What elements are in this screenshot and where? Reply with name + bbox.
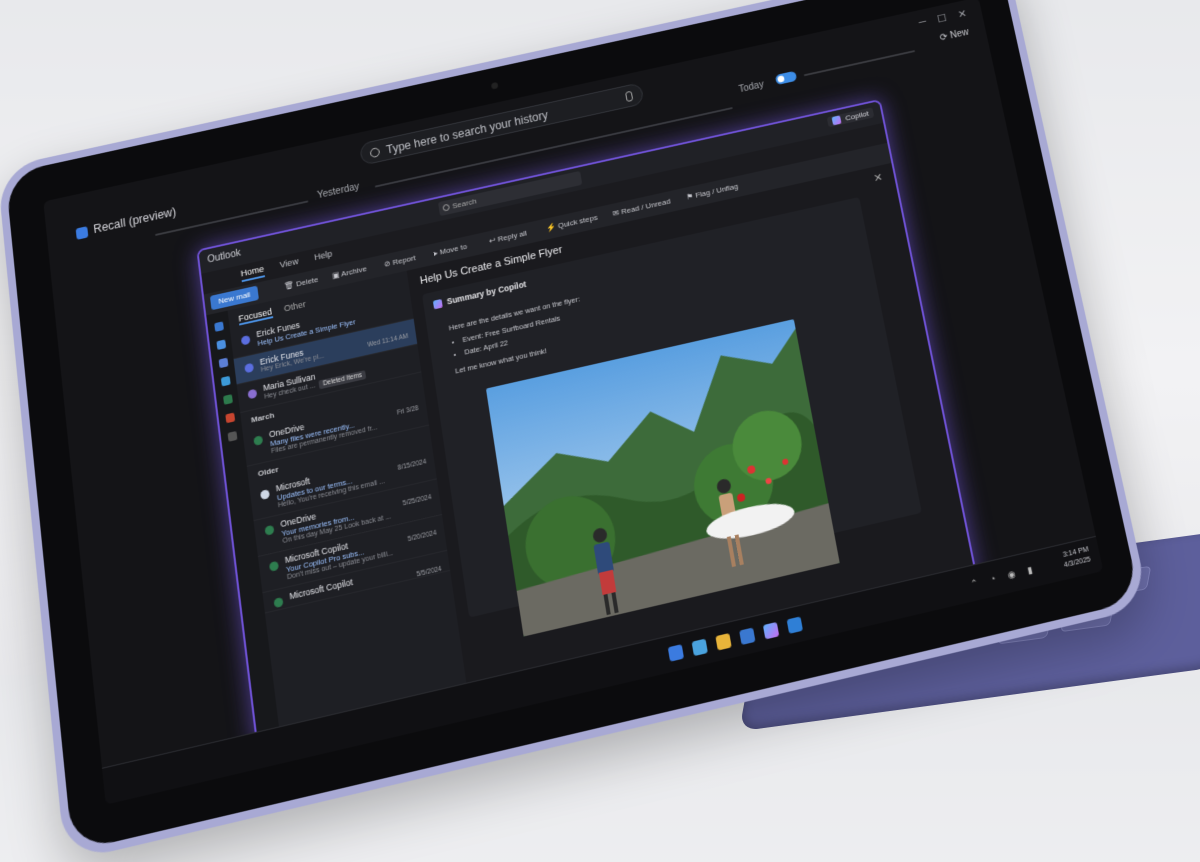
avatar: [244, 363, 254, 374]
copilot-summary-header[interactable]: Summary by Copilot: [433, 279, 527, 309]
recall-logo-icon: [76, 226, 89, 240]
microphone-icon[interactable]: [625, 91, 633, 102]
tab-home[interactable]: Home: [240, 264, 265, 282]
move-to-label: Move to: [439, 242, 467, 256]
onedrive-icon: [253, 435, 263, 446]
avatar: [269, 561, 279, 572]
report-label: Report: [392, 253, 416, 267]
flyer-photo: [486, 319, 840, 636]
reply-all-button[interactable]: ↩ Reply all: [489, 229, 528, 246]
search-icon: [442, 204, 450, 212]
move-to-button[interactable]: ▸ Move to: [433, 242, 467, 258]
timeline-today[interactable]: Today: [738, 80, 765, 95]
excel-icon[interactable]: [223, 394, 233, 405]
archive-label: Archive: [341, 264, 368, 278]
flag-unflag-label: Flag / Unflag: [695, 182, 739, 200]
search-icon: [370, 147, 381, 158]
recall-search-input[interactable]: Type here to search your history: [359, 82, 644, 166]
powerpoint-icon[interactable]: [225, 413, 235, 424]
delete-label: Delete: [295, 275, 318, 288]
summary-title: Summary by Copilot: [446, 279, 527, 306]
archive-button[interactable]: ▣ Archive: [332, 264, 368, 280]
copilot-label: Copilot: [845, 109, 870, 122]
close-icon[interactable]: ✕: [957, 7, 968, 20]
email-text: Here are the details we want on the flye…: [448, 293, 588, 378]
avatar: [260, 489, 270, 500]
tab-other[interactable]: Other: [283, 299, 306, 313]
todo-icon[interactable]: [220, 376, 230, 387]
tab-view[interactable]: View: [279, 256, 299, 269]
system-tray-icons[interactable]: ⌃ ◔ ◉ ▮: [970, 563, 1039, 590]
start-icon[interactable]: [668, 644, 684, 662]
recall-icon[interactable]: [787, 616, 803, 633]
edge-icon[interactable]: [692, 639, 708, 657]
onedrive-icon: [264, 525, 274, 536]
people-icon[interactable]: [218, 358, 228, 369]
tablet-device: Recall (preview) Type here to search you…: [0, 0, 1150, 862]
reply-all-label: Reply all: [497, 229, 528, 244]
avatar: [247, 389, 257, 400]
timeline-toggle[interactable]: [775, 71, 797, 85]
recall-app-title: Recall (preview): [75, 205, 176, 240]
delete-button[interactable]: 🗑 Delete: [284, 275, 319, 291]
surf-photo-illustration: [486, 319, 840, 636]
tab-help[interactable]: Help: [314, 249, 333, 262]
minimize-icon[interactable]: ─: [918, 16, 927, 28]
tablet-bezel: Recall (preview) Type here to search you…: [5, 0, 1140, 852]
report-button[interactable]: ⊘ Report: [383, 253, 416, 268]
new-label: New: [949, 27, 969, 41]
copilot-icon: [832, 116, 842, 126]
file-explorer-icon[interactable]: [715, 633, 731, 651]
copilot-button[interactable]: Copilot: [827, 107, 875, 127]
copilot-icon: [433, 299, 443, 309]
mail-icon[interactable]: [214, 321, 224, 332]
close-icon[interactable]: ✕: [873, 171, 884, 185]
apps-icon[interactable]: [227, 431, 237, 442]
outlook-icon[interactable]: [739, 627, 755, 645]
avatar: [241, 335, 251, 346]
maximize-icon[interactable]: ☐: [936, 12, 948, 25]
recall-search-placeholder: Type here to search your history: [385, 108, 548, 156]
front-camera: [491, 82, 499, 90]
photo-scene: Del Recall (preview) Type here to search…: [0, 0, 1200, 675]
calendar-icon[interactable]: [216, 340, 226, 351]
outlook-search-placeholder: Search: [452, 197, 477, 211]
recall-new-button[interactable]: ⟳ New: [939, 27, 970, 43]
timeline-yesterday[interactable]: Yesterday: [317, 182, 360, 201]
quick-steps-label: Quick steps: [557, 213, 598, 230]
copilot-icon[interactable]: [763, 622, 779, 639]
outlook-app-name: Outlook: [207, 248, 241, 266]
timeline-track[interactable]: [804, 50, 915, 76]
clock[interactable]: 3:14 PM 4/3/2025: [1061, 545, 1092, 571]
avatar: [273, 597, 283, 608]
